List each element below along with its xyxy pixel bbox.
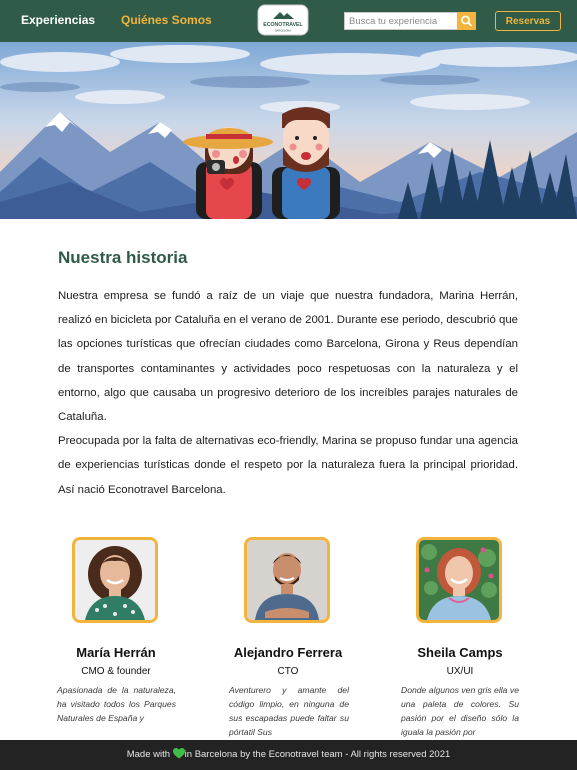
nav-link-quienes-somos[interactable]: Quiénes Somos [121, 13, 212, 27]
team-member-bio: Donde algunos ven gris ella ve una palet… [401, 685, 519, 737]
story-paragraph: Nuestra empresa se fundó a raíz de un vi… [58, 290, 518, 424]
team-member-role: CMO & founder [81, 666, 151, 677]
alejandro-photo [247, 540, 327, 620]
green-heart-icon [172, 748, 185, 759]
avatar [72, 537, 158, 623]
navbar: Experiencias Quiénes Somos ECONOTRAVEL B… [0, 0, 577, 42]
maria-photo [75, 540, 155, 620]
team-member-bio: Aventurero y amante del código limpio, e… [229, 685, 349, 737]
reservas-button[interactable]: Reservas [495, 11, 561, 31]
team-member-name: Sheila Camps [417, 645, 503, 660]
girl-traveler-illustration [183, 127, 273, 219]
search-button[interactable] [457, 12, 476, 30]
search-icon [461, 15, 472, 27]
avatar [416, 537, 502, 623]
team-member-role: UX/UI [446, 666, 474, 677]
econotravel-logo[interactable]: ECONOTRAVEL BARCELONA [257, 4, 309, 36]
footer-text-before: Made with [126, 749, 173, 760]
section-title-historia: Nuestra historia [58, 248, 188, 267]
svg-text:BARCELONA: BARCELONA [275, 29, 291, 33]
hero-illustration [0, 42, 577, 219]
footer: Made with in Barcelona by the Econotrave… [0, 740, 577, 770]
story-text: Nuestra empresa se fundó a raíz de un vi… [58, 284, 518, 502]
search-input[interactable] [344, 12, 457, 30]
team-member-role: CTO [277, 666, 299, 677]
avatar [244, 537, 330, 623]
footer-text-after: in Barcelona by the Econotravel team - A… [184, 749, 451, 760]
svg-text:ECONOTRAVEL: ECONOTRAVEL [263, 22, 303, 28]
search-box [344, 12, 476, 30]
nav-link-experiencias[interactable]: Experiencias [21, 13, 95, 27]
story-paragraph: Preocupada por la falta de alternativas … [58, 435, 518, 496]
sheila-photo [419, 540, 499, 620]
hero-banner [0, 42, 577, 219]
team-member-name: Alejandro Ferrera [233, 645, 343, 660]
team-member-name: María Herrán [76, 645, 156, 660]
team-member-bio: Apasionada de la naturaleza, ha visitado… [57, 685, 176, 723]
